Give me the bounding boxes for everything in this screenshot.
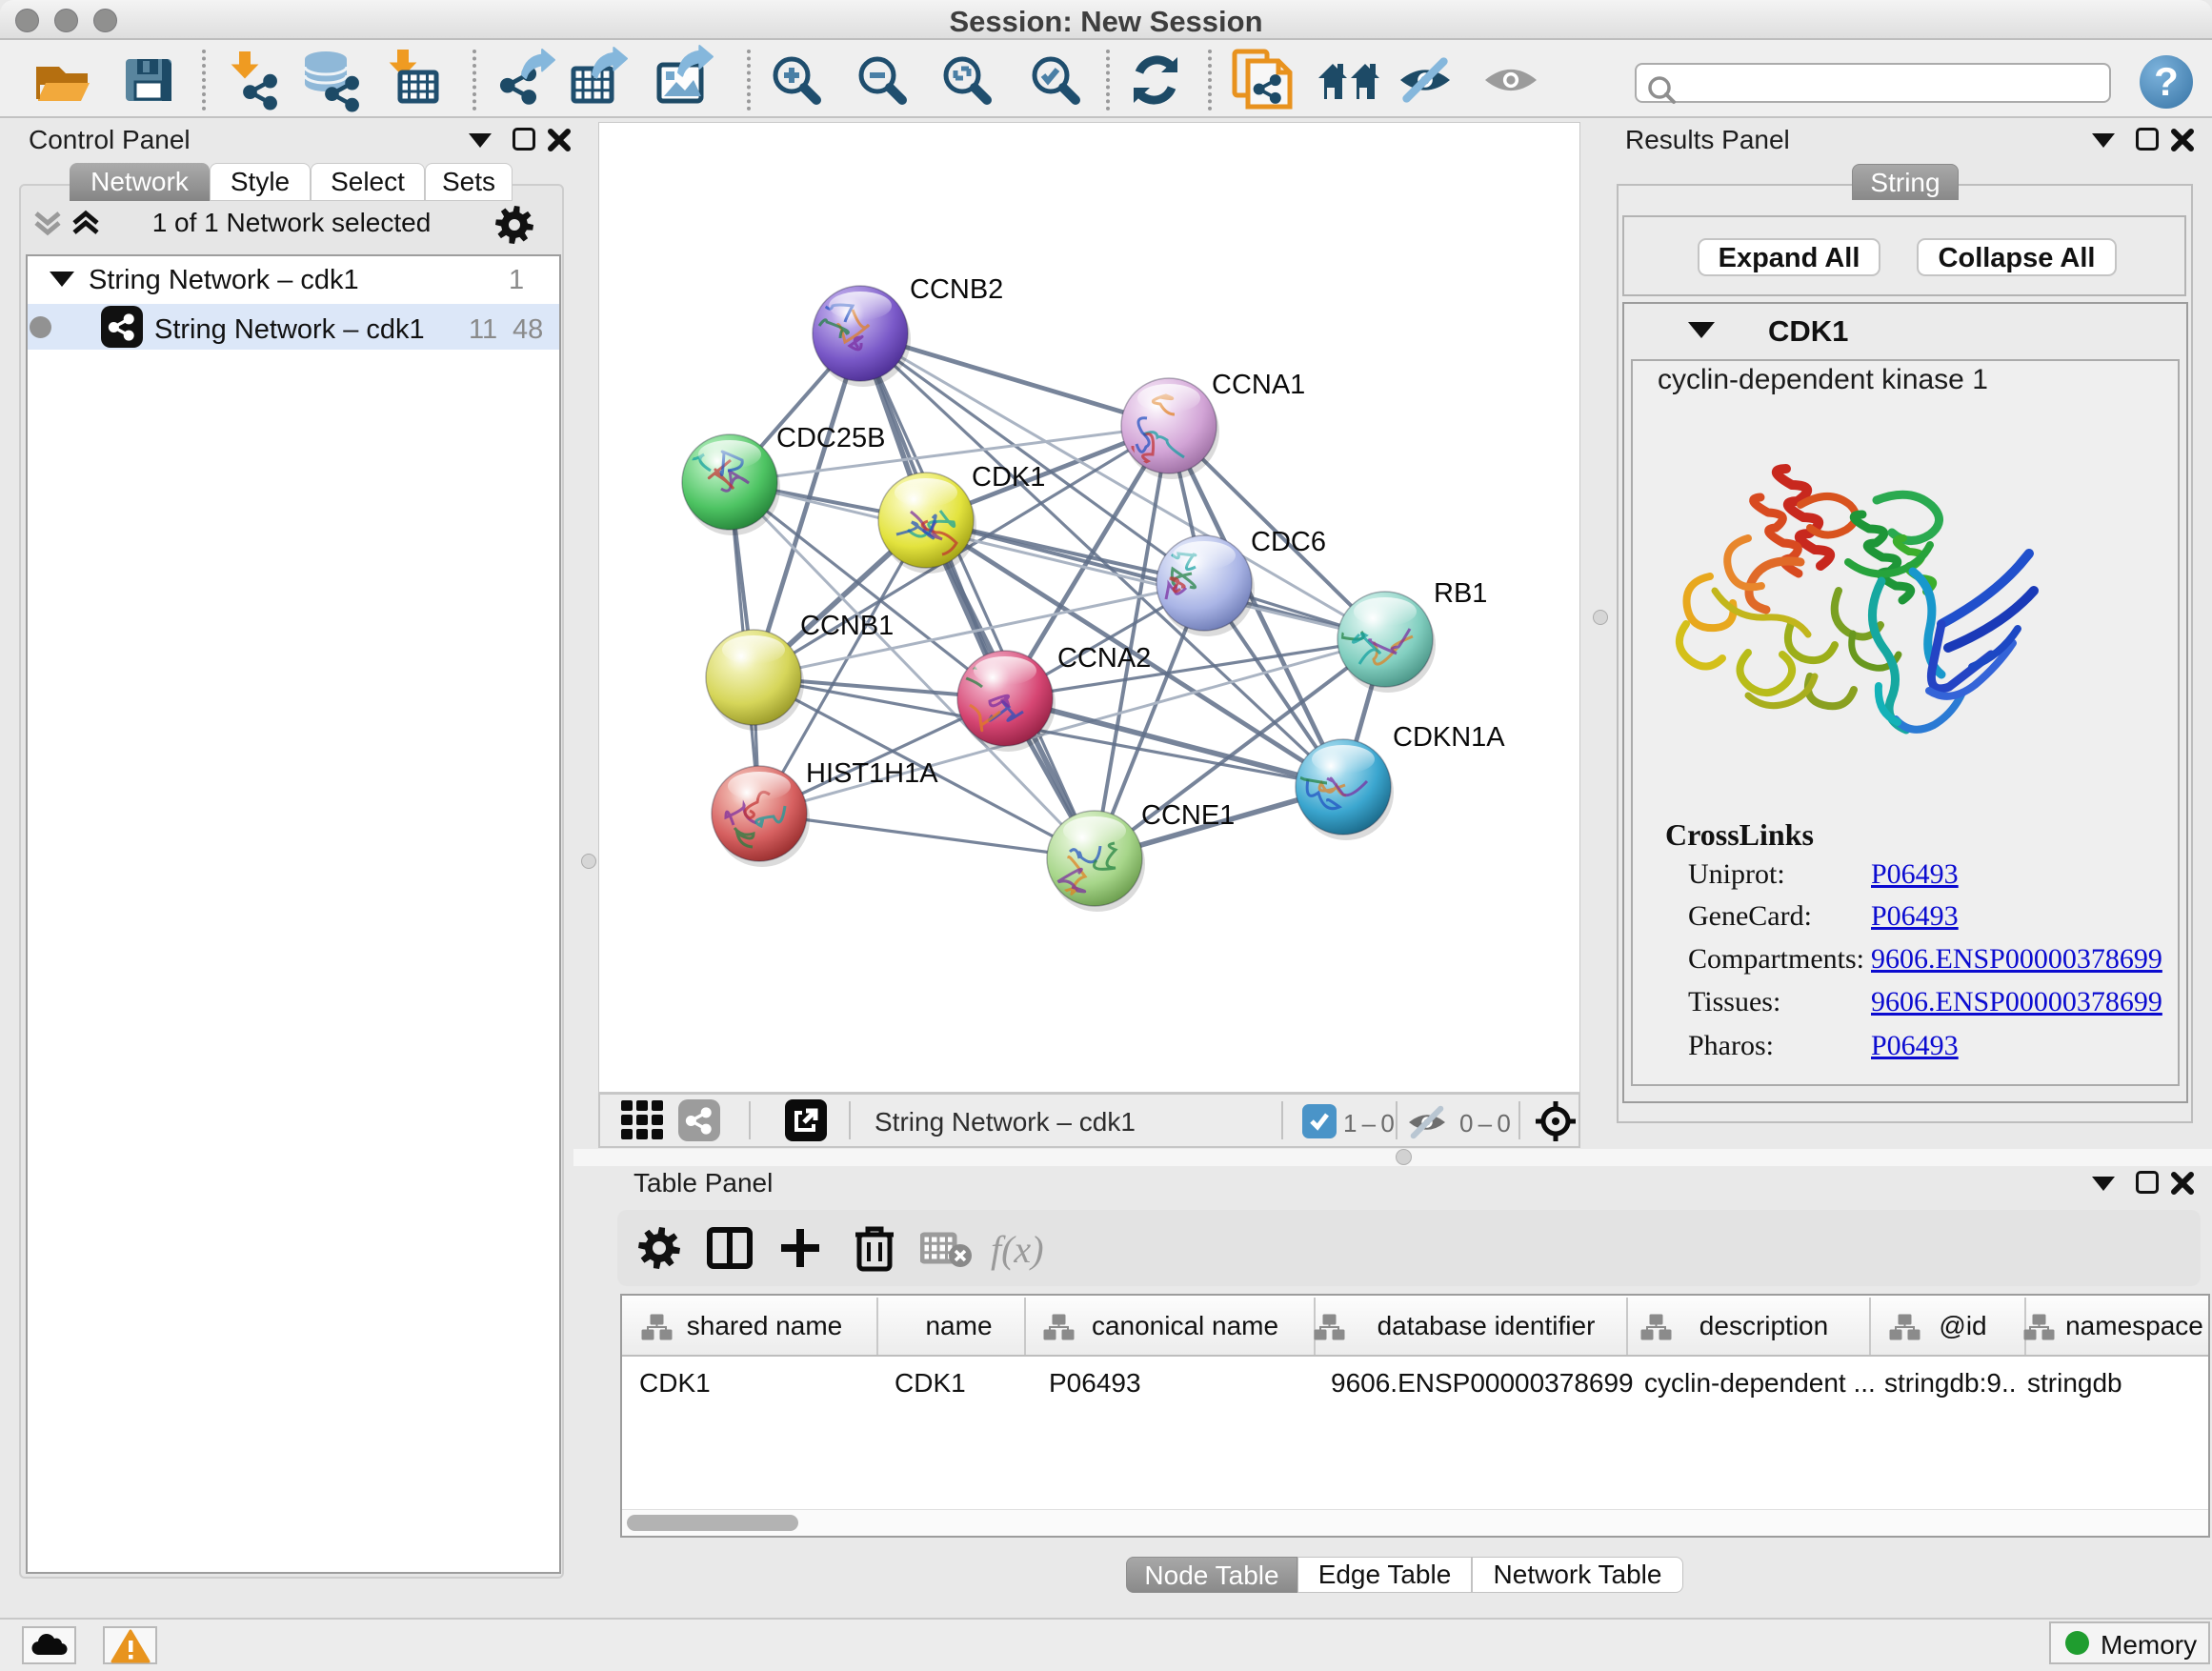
svg-text:?: ? xyxy=(2154,59,2179,104)
svg-text:CDK1: CDK1 xyxy=(972,462,1045,493)
svg-text:CCNE1: CCNE1 xyxy=(1141,800,1235,831)
svg-text:RB1: RB1 xyxy=(1434,578,1487,609)
svg-text:CCNB2: CCNB2 xyxy=(910,274,1003,305)
svg-text:CDC25B: CDC25B xyxy=(776,423,885,453)
svg-text:CCNB1: CCNB1 xyxy=(800,611,894,641)
svg-text:CDC6: CDC6 xyxy=(1251,527,1326,557)
svg-text:CCNA1: CCNA1 xyxy=(1212,370,1305,400)
svg-text:HIST1H1A: HIST1H1A xyxy=(806,758,938,789)
svg-text:CDKN1A: CDKN1A xyxy=(1393,722,1505,753)
svg-text:CCNA2: CCNA2 xyxy=(1057,643,1151,674)
